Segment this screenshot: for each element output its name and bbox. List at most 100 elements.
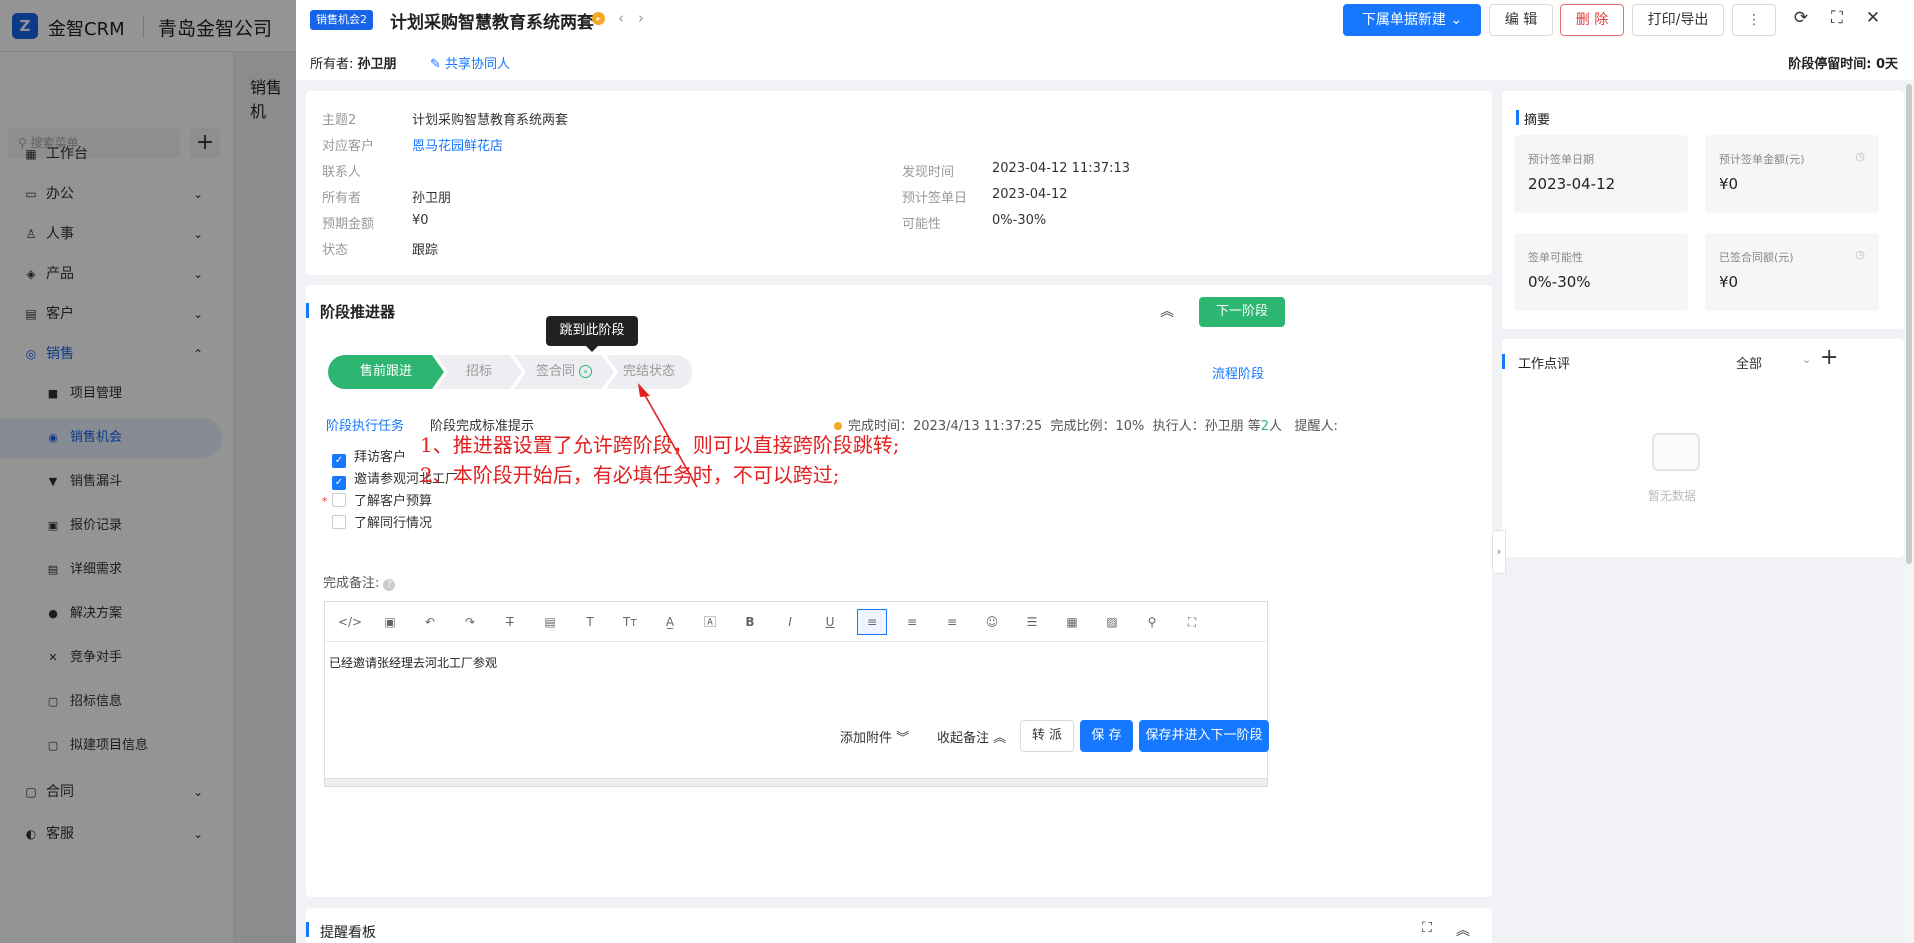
drawer-header: 销售机会2 计划采购智慧教育系统两套 ▸ ‹ › 下属单据新建 ⌄ 编 辑 删 … xyxy=(296,0,1914,80)
task-item[interactable]: 了解同行情况 xyxy=(332,515,432,533)
completion-note-label: 完成备注:? xyxy=(323,572,396,591)
note-text[interactable]: 已经邀请张经理去河北工厂参观 xyxy=(329,654,497,671)
add-review-icon[interactable]: + xyxy=(1820,345,1838,370)
remind-board-title: 提醒看板 xyxy=(320,925,376,941)
summary-title: 摘要 xyxy=(1524,113,1551,128)
clock-icon: ◷ xyxy=(1855,248,1865,261)
editor-scrollbar[interactable] xyxy=(325,778,1267,786)
review-filter-select[interactable]: 全部 xyxy=(1736,353,1762,372)
emoji-icon[interactable]: ☺ xyxy=(977,610,1007,634)
share-collaborator-link[interactable]: ✎ 共享协同人 xyxy=(430,53,510,72)
metric-signed-amount: 已签合同额(元) ◷ ¥0 xyxy=(1705,233,1879,311)
empty-state-text: 暂无数据 xyxy=(1648,489,1697,503)
table-icon[interactable]: ▦ xyxy=(1057,610,1087,634)
more-button[interactable]: ⋮ xyxy=(1732,4,1776,36)
refresh-icon[interactable]: ⟳ xyxy=(1790,8,1812,28)
strikethrough-icon[interactable]: T̶ xyxy=(495,610,525,634)
collapse-up-icon[interactable]: ︽ xyxy=(1160,301,1174,321)
italic-icon[interactable]: I xyxy=(775,610,805,634)
text-size-icon[interactable]: Tт xyxy=(615,610,645,634)
stage-status-line: 完成时间：2023/4/13 11:37:25 完成比例：10% 执行人：孙卫朋… xyxy=(834,415,1338,434)
code-icon[interactable]: </> xyxy=(335,610,365,634)
help-icon: ? xyxy=(383,579,396,591)
metric-probability: 签单可能性 0%-30% xyxy=(1514,233,1688,311)
undo-icon[interactable]: ↶ xyxy=(415,610,445,634)
work-review-title: 工作点评 xyxy=(1518,357,1571,372)
empty-inbox-icon xyxy=(1652,433,1700,471)
delete-button[interactable]: 删 除 xyxy=(1560,4,1624,36)
rich-text-editor[interactable]: </> ▣ ↶ ↷ T̶ ▤ T Tт A̲ 🄰 B I U ≡ ≡ ≡ ☺ ☰… xyxy=(324,601,1268,787)
status-dot-icon: ▸ xyxy=(592,12,605,25)
flow-stage-link[interactable]: 流程阶段 xyxy=(1212,363,1264,382)
close-icon[interactable]: ✕ xyxy=(1862,8,1884,28)
image-icon[interactable]: ▨ xyxy=(1097,610,1127,634)
collapse-up-icon[interactable]: ︽ xyxy=(1456,920,1470,940)
stage-step-presales[interactable]: 售前跟进 xyxy=(328,355,444,389)
layout-icon[interactable]: ▣ xyxy=(375,610,405,634)
stage-title: 阶段推进器 xyxy=(320,303,396,321)
stage-step-finished[interactable]: 完结状态 xyxy=(606,355,692,389)
editor-toolbar: </> ▣ ↶ ↷ T̶ ▤ T Tт A̲ 🄰 B I U ≡ ≡ ≡ ☺ ☰… xyxy=(325,602,1267,642)
redo-icon[interactable]: ↷ xyxy=(455,610,485,634)
prev-record-icon[interactable]: ‹ xyxy=(618,9,624,27)
background-color-icon[interactable]: 🄰 xyxy=(695,610,725,634)
divider-icon[interactable]: ☰ xyxy=(1017,610,1047,634)
font-color-icon[interactable]: A̲ xyxy=(655,610,685,634)
record-type-badge: 销售机会2 xyxy=(310,10,373,30)
attachment-icon[interactable]: ⚲ xyxy=(1137,610,1167,634)
collapse-note-toggle[interactable]: 收起备注 ︽ xyxy=(937,727,1006,746)
sub-new-button[interactable]: 下属单据新建 ⌄ xyxy=(1343,4,1481,36)
jump-stage-icon[interactable]: » xyxy=(579,365,592,378)
print-export-button[interactable]: 打印/导出 xyxy=(1632,4,1724,36)
status-dot xyxy=(834,422,842,430)
checkbox[interactable] xyxy=(332,515,346,529)
stage-step-bidding[interactable]: 招标 xyxy=(436,355,522,389)
summary-card: 摘要 预计签单日期 2023-04-12 预计签单金额(元) ◷ ¥0 签单可能性 0%… xyxy=(1502,91,1904,329)
section-marker xyxy=(1502,354,1505,369)
expand-icon[interactable]: ⛶ xyxy=(1177,610,1207,634)
bold-icon[interactable]: B xyxy=(735,610,765,634)
tab-stage-tasks[interactable]: 阶段执行任务 xyxy=(326,415,404,434)
paste-icon[interactable]: ▤ xyxy=(535,610,565,634)
metric-expected-sign-date: 预计签单日期 2023-04-12 xyxy=(1514,135,1688,213)
panel-toggle-icon[interactable]: › xyxy=(1492,530,1506,574)
stage-stay-time: 阶段停留时间: 0天 xyxy=(1788,57,1898,72)
record-title: 计划采购智慧教育系统两套 xyxy=(390,13,594,33)
underline-icon[interactable]: U xyxy=(815,610,845,634)
edit-icon: ✎ xyxy=(430,57,441,72)
align-right-icon[interactable]: ≡ xyxy=(937,610,967,634)
clock-icon: ◷ xyxy=(1855,150,1865,163)
task-item[interactable]: ✓ 拜访客户 xyxy=(332,449,406,468)
jump-tooltip: 跳到此阶段 xyxy=(546,316,638,346)
align-left-icon[interactable]: ≡ xyxy=(857,609,887,635)
save-and-next-button[interactable]: 保存并进入下一阶段 xyxy=(1139,720,1269,752)
section-marker xyxy=(306,303,309,318)
save-button[interactable]: 保 存 xyxy=(1080,720,1133,752)
metric-expected-amount: 预计签单金额(元) ◷ ¥0 xyxy=(1705,135,1879,213)
next-stage-button[interactable]: 下一阶段 xyxy=(1199,297,1285,327)
transfer-button[interactable]: 转 派 xyxy=(1020,720,1074,752)
stage-advancer-card: 阶段推进器 ︽ 下一阶段 跳到此阶段 售前跟进 招标 签合同» 完结状态 流程阶… xyxy=(306,285,1492,897)
required-marker: * xyxy=(322,495,328,508)
double-chevron-up-icon: ︽ xyxy=(993,731,1007,746)
remind-board-card: 提醒看板 ⛶ ︽ xyxy=(306,908,1492,943)
section-marker xyxy=(306,922,309,937)
stage-step-contract[interactable]: 签合同» xyxy=(514,355,614,389)
checkbox-checked[interactable]: ✓ xyxy=(332,454,346,468)
font-size-icon[interactable]: T xyxy=(575,610,605,634)
double-chevron-down-icon: ︾ xyxy=(896,731,910,746)
fullscreen-icon[interactable]: ⛶ xyxy=(1826,8,1848,28)
task-item-required[interactable]: * 了解客户预算 xyxy=(322,493,432,511)
align-center-icon[interactable]: ≡ xyxy=(897,610,927,634)
fullscreen-icon[interactable]: ⛶ xyxy=(1422,920,1432,936)
scrollbar-thumb[interactable] xyxy=(1906,84,1912,564)
next-record-icon[interactable]: › xyxy=(638,9,644,27)
work-review-card: 工作点评 全部 ⌄ + 暂无数据 xyxy=(1502,339,1904,557)
edit-button[interactable]: 编 辑 xyxy=(1489,4,1553,36)
checkbox[interactable] xyxy=(332,493,346,507)
section-marker xyxy=(1516,110,1519,125)
chevron-down-icon[interactable]: ⌄ xyxy=(1802,353,1811,366)
tooltip-arrow xyxy=(586,346,598,352)
checkbox-checked[interactable]: ✓ xyxy=(332,476,346,490)
add-attachment-toggle[interactable]: 添加附件 ︾ xyxy=(840,727,909,746)
